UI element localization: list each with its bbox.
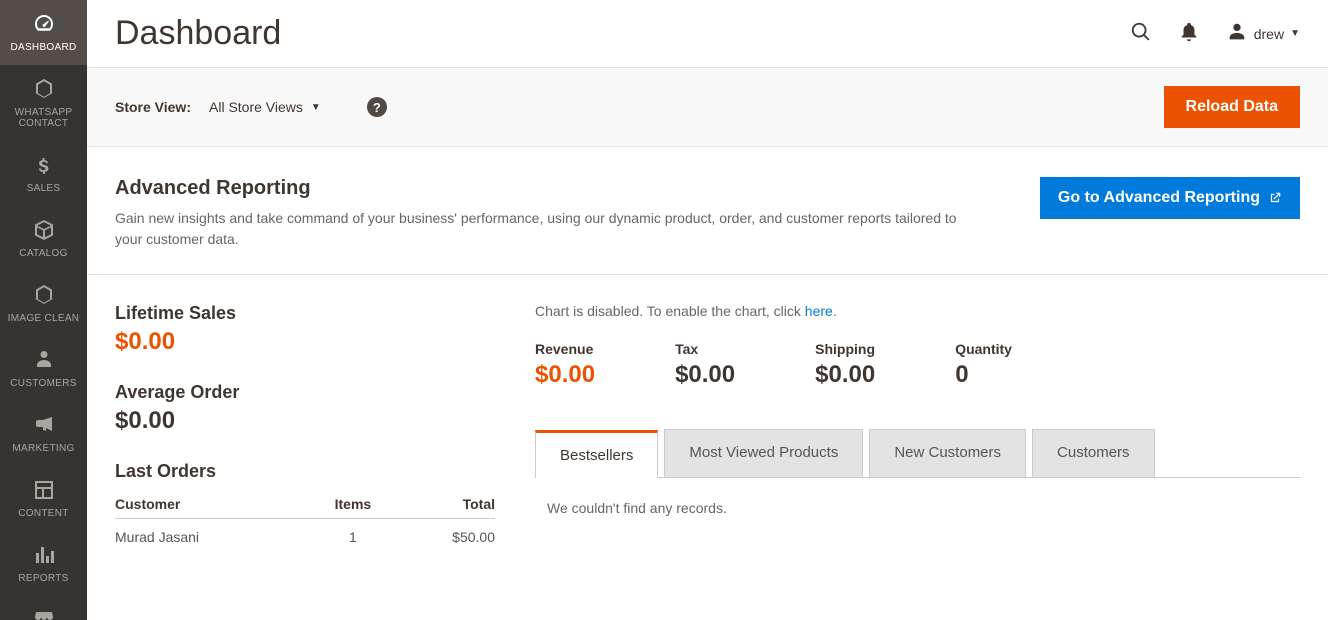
sidebar-item-marketing[interactable]: MARKETING bbox=[0, 401, 87, 466]
last-orders-table: Customer Items Total Murad Jasani 1 $50.… bbox=[115, 490, 495, 555]
metric-value: 0 bbox=[955, 361, 1012, 389]
cell-customer: Murad Jasani bbox=[115, 519, 310, 556]
average-order-block: Average Order $0.00 bbox=[115, 382, 495, 435]
tab-new-customers[interactable]: New Customers bbox=[869, 429, 1026, 477]
box-icon bbox=[30, 216, 58, 244]
bar-chart-icon bbox=[30, 541, 58, 569]
sidebar-item-customers[interactable]: CUSTOMERS bbox=[0, 336, 87, 401]
stat-label: Lifetime Sales bbox=[115, 303, 495, 324]
left-column: Lifetime Sales $0.00 Average Order $0.00… bbox=[115, 303, 495, 555]
store-view-value: All Store Views bbox=[209, 99, 303, 115]
person-icon bbox=[30, 346, 58, 374]
page-title: Dashboard bbox=[115, 14, 281, 53]
sidebar-item-label: MARKETING bbox=[12, 443, 74, 454]
tab-most-viewed[interactable]: Most Viewed Products bbox=[664, 429, 863, 477]
col-total: Total bbox=[395, 490, 495, 519]
external-link-icon bbox=[1268, 191, 1282, 205]
chart-msg-suffix: . bbox=[833, 303, 837, 319]
sidebar-item-label: CUSTOMERS bbox=[10, 378, 76, 389]
stat-label: Average Order bbox=[115, 382, 495, 403]
store-icon bbox=[30, 606, 58, 620]
tabs: Bestsellers Most Viewed Products New Cus… bbox=[535, 429, 1300, 478]
hexagon-icon bbox=[30, 75, 58, 103]
megaphone-icon bbox=[30, 411, 58, 439]
sidebar-item-sales[interactable]: SALES bbox=[0, 141, 87, 206]
sidebar-item-catalog[interactable]: CATALOG bbox=[0, 206, 87, 271]
chart-enable-link[interactable]: here bbox=[805, 303, 833, 319]
metric-value: $0.00 bbox=[815, 361, 875, 389]
advanced-reporting-title: Advanced Reporting bbox=[115, 177, 985, 200]
dollar-icon bbox=[30, 151, 58, 179]
metric-shipping: Shipping $0.00 bbox=[815, 341, 875, 389]
sidebar-item-image-clean[interactable]: IMAGE CLEAN bbox=[0, 271, 87, 336]
metric-value: $0.00 bbox=[675, 361, 735, 389]
sidebar-item-label: CATALOG bbox=[19, 248, 67, 259]
metric-value: $0.00 bbox=[535, 361, 595, 389]
chart-disabled-message: Chart is disabled. To enable the chart, … bbox=[535, 303, 1300, 319]
cell-total: $50.00 bbox=[395, 519, 495, 556]
sidebar-item-whatsapp[interactable]: WHATSAPP CONTACT bbox=[0, 65, 87, 141]
metric-label: Shipping bbox=[815, 341, 875, 357]
chart-msg-prefix: Chart is disabled. To enable the chart, … bbox=[535, 303, 805, 319]
tab-content: We couldn't find any records. bbox=[535, 478, 1300, 538]
lifetime-sales-block: Lifetime Sales $0.00 bbox=[115, 303, 495, 356]
sidebar-item-label: IMAGE CLEAN bbox=[8, 313, 80, 324]
right-column: Chart is disabled. To enable the chart, … bbox=[535, 303, 1300, 555]
header-tools: drew ▼ bbox=[1130, 21, 1300, 46]
dashboard-grid: Lifetime Sales $0.00 Average Order $0.00… bbox=[87, 275, 1328, 583]
controls-bar: Store View: All Store Views ▼ ? Reload D… bbox=[87, 67, 1328, 147]
metric-label: Quantity bbox=[955, 341, 1012, 357]
metric-quantity: Quantity 0 bbox=[955, 341, 1012, 389]
advanced-reporting-description: Gain new insights and take command of yo… bbox=[115, 208, 985, 250]
sidebar-item-label: DASHBOARD bbox=[10, 42, 76, 53]
search-icon[interactable] bbox=[1130, 21, 1152, 46]
store-view: Store View: All Store Views ▼ ? bbox=[115, 97, 387, 117]
last-orders-title: Last Orders bbox=[115, 461, 495, 482]
table-row[interactable]: Murad Jasani 1 $50.00 bbox=[115, 519, 495, 556]
tab-customers[interactable]: Customers bbox=[1032, 429, 1155, 477]
advanced-reporting-section: Advanced Reporting Gain new insights and… bbox=[87, 147, 1328, 275]
sidebar-item-content[interactable]: CONTENT bbox=[0, 466, 87, 531]
help-icon[interactable]: ? bbox=[367, 97, 387, 117]
sidebar-item-reports[interactable]: REPORTS bbox=[0, 531, 87, 596]
store-view-label: Store View: bbox=[115, 99, 191, 115]
metric-label: Tax bbox=[675, 341, 735, 357]
user-name: drew bbox=[1254, 26, 1284, 42]
header: Dashboard drew ▼ bbox=[87, 0, 1328, 67]
cell-items: 1 bbox=[310, 519, 395, 556]
col-customer: Customer bbox=[115, 490, 310, 519]
button-label: Go to Advanced Reporting bbox=[1058, 189, 1260, 207]
sidebar-item-dashboard[interactable]: DASHBOARD bbox=[0, 0, 87, 65]
main-content: Dashboard drew ▼ Store View: All Store V… bbox=[87, 0, 1328, 583]
col-items: Items bbox=[310, 490, 395, 519]
user-menu[interactable]: drew ▼ bbox=[1226, 21, 1300, 46]
reload-data-button[interactable]: Reload Data bbox=[1164, 86, 1300, 128]
advanced-reporting-text: Advanced Reporting Gain new insights and… bbox=[115, 177, 1015, 250]
sidebar-item-label: REPORTS bbox=[18, 573, 68, 584]
chevron-down-icon: ▼ bbox=[1290, 28, 1300, 39]
metric-revenue: Revenue $0.00 bbox=[535, 341, 595, 389]
user-icon bbox=[1226, 21, 1248, 46]
table-header-row: Customer Items Total bbox=[115, 490, 495, 519]
metric-tax: Tax $0.00 bbox=[675, 341, 735, 389]
gauge-icon bbox=[30, 10, 58, 38]
layout-icon bbox=[30, 476, 58, 504]
chevron-down-icon: ▼ bbox=[311, 102, 321, 113]
metric-label: Revenue bbox=[535, 341, 595, 357]
sidebar-item-label: WHATSAPP CONTACT bbox=[4, 107, 83, 129]
metrics-row: Revenue $0.00 Tax $0.00 Shipping $0.00 Q… bbox=[535, 341, 1300, 389]
hexagon-icon bbox=[30, 281, 58, 309]
sidebar-item-label: SALES bbox=[27, 183, 61, 194]
go-to-advanced-reporting-button[interactable]: Go to Advanced Reporting bbox=[1040, 177, 1300, 219]
stat-value: $0.00 bbox=[115, 328, 495, 356]
sidebar: DASHBOARD WHATSAPP CONTACT SALES CATALOG… bbox=[0, 0, 87, 620]
stat-value: $0.00 bbox=[115, 407, 495, 435]
sidebar-item-stores[interactable]: STORES bbox=[0, 596, 87, 620]
sidebar-item-label: CONTENT bbox=[18, 508, 68, 519]
bell-icon[interactable] bbox=[1178, 21, 1200, 46]
tab-bestsellers[interactable]: Bestsellers bbox=[535, 430, 658, 478]
store-view-select[interactable]: All Store Views ▼ bbox=[209, 99, 321, 115]
